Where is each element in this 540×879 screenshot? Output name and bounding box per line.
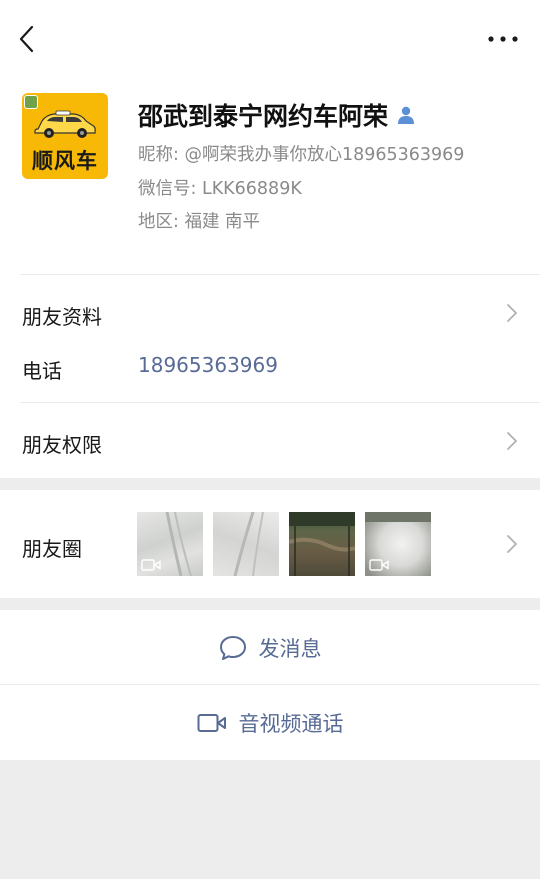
- contact-person-icon: [398, 106, 415, 124]
- video-camera-icon: [197, 714, 226, 732]
- region: 地区: 福建 南平: [138, 212, 261, 232]
- chevron-right-icon: [507, 304, 517, 322]
- video-call-label: 音视频通话: [238, 712, 344, 736]
- actions-section: 发消息 音视频通话: [0, 610, 540, 760]
- send-message-button[interactable]: 发消息: [0, 611, 540, 685]
- info-section: 朋友资料 电话 18965363969 朋友权限: [0, 275, 540, 478]
- friend-permissions-row[interactable]: 朋友权限: [22, 429, 102, 458]
- phone-label: 电话: [22, 359, 62, 383]
- name-row: 邵武到泰宁网约车阿荣: [138, 98, 416, 132]
- more-dots-icon[interactable]: [486, 28, 520, 50]
- moments-thumbnail: [365, 512, 431, 576]
- moments-row[interactable]: 朋友圈: [0, 490, 540, 598]
- divider: [0, 684, 540, 685]
- contact-name: 邵武到泰宁网约车阿荣: [138, 102, 389, 131]
- top-bar: [0, 0, 540, 78]
- send-message-label: 发消息: [258, 637, 322, 661]
- moments-thumbnail: [137, 512, 203, 576]
- avatar-text: 顺风车: [32, 149, 98, 173]
- chevron-right-icon: [507, 535, 517, 553]
- video-icon: [141, 559, 161, 571]
- phone-value[interactable]: 18965363969: [138, 353, 278, 377]
- moments-thumbnail: [213, 512, 279, 576]
- moments-thumbnail: [289, 512, 355, 576]
- moments-label: 朋友圈: [22, 537, 82, 561]
- friend-info-row[interactable]: 朋友资料: [22, 301, 102, 330]
- divider: [20, 402, 540, 403]
- video-icon: [369, 559, 389, 571]
- chevron-right-icon: [507, 432, 517, 450]
- avatar-badge: [24, 95, 38, 109]
- car-icon: [34, 110, 96, 138]
- wechat-id: 微信号: LKK66889K: [138, 179, 302, 199]
- video-call-button[interactable]: 音视频通话: [0, 686, 540, 760]
- chat-bubble-icon: [219, 636, 246, 660]
- avatar[interactable]: 顺风车: [22, 93, 108, 179]
- back-arrow-icon[interactable]: [14, 22, 42, 56]
- nickname: 昵称: @啊荣我办事你放心18965363969: [138, 145, 465, 165]
- profile-header: 顺风车 邵武到泰宁网约车阿荣 昵称: @啊荣我办事你放心18965363969 …: [0, 78, 540, 275]
